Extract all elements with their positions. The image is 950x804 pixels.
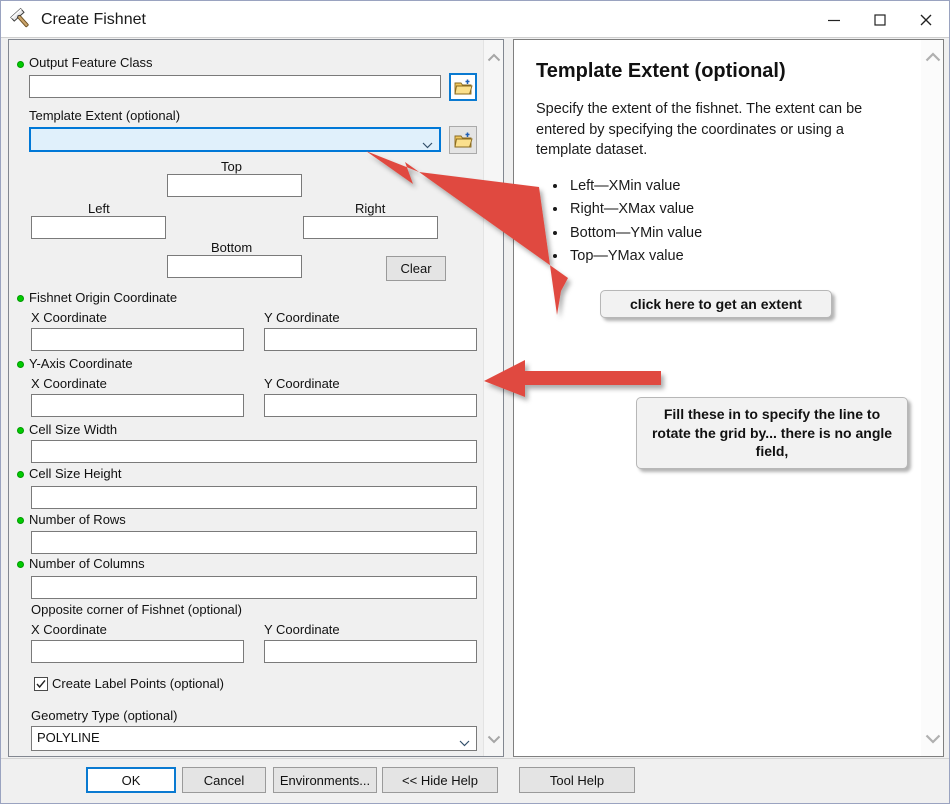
scroll-up-icon[interactable] (922, 46, 943, 68)
input-extent-left[interactable] (31, 216, 166, 239)
required-indicator-number-of-rows (17, 517, 24, 524)
input-cell-size-width[interactable] (31, 440, 477, 463)
help-bullet-item: Right—XMax value (568, 198, 901, 221)
combo-geometry-type[interactable]: POLYLINE (31, 726, 477, 751)
window-controls (811, 1, 949, 38)
label-y-axis-coordinate: Y-Axis Coordinate (29, 356, 133, 371)
label-fishnet-origin-coordinate: Fishnet Origin Coordinate (29, 290, 178, 305)
input-fishnet-origin-y[interactable] (264, 328, 477, 351)
label-fishnet-origin-y: Y Coordinate (264, 310, 340, 325)
label-extent-left: Left (88, 201, 110, 216)
ok-button[interactable]: OK (86, 767, 176, 793)
dialog-footer: OK Cancel Environments... << Hide Help T… (1, 758, 949, 803)
required-indicator-fishnet-origin (17, 295, 24, 302)
minimize-button[interactable] (811, 1, 857, 38)
input-cell-size-height[interactable] (31, 486, 477, 509)
help-bullet-item: Top—YMax value (568, 245, 901, 268)
label-fishnet-origin-x: X Coordinate (31, 310, 107, 325)
required-indicator-y-axis (17, 361, 24, 368)
environments-button[interactable]: Environments... (273, 767, 377, 793)
required-indicator-cell-size-width (17, 427, 24, 434)
help-bullet-list: Left—XMin value Right—XMax value Bottom—… (542, 175, 901, 269)
window-title: Create Fishnet (41, 10, 146, 28)
hammer-icon (9, 7, 35, 33)
label-template-extent: Template Extent (optional) (29, 108, 181, 123)
tool-help-button[interactable]: Tool Help (519, 767, 635, 793)
input-opposite-corner-y[interactable] (264, 640, 477, 663)
help-scrollbar[interactable] (921, 40, 943, 756)
checkbox-create-label-points[interactable]: Create Label Points (optional) (34, 676, 224, 691)
label-geometry-type: Geometry Type (optional) (31, 708, 178, 723)
label-number-of-rows: Number of Rows (29, 512, 126, 527)
input-y-axis-y[interactable] (264, 394, 477, 417)
scroll-down-icon[interactable] (484, 728, 503, 750)
input-number-of-columns[interactable] (31, 576, 477, 599)
label-extent-bottom: Bottom (211, 240, 253, 255)
label-opposite-corner-y: Y Coordinate (264, 622, 340, 637)
hide-help-button[interactable]: << Hide Help (382, 767, 498, 793)
browse-template-extent-button[interactable] (449, 126, 477, 154)
label-y-axis-x: X Coordinate (31, 376, 107, 391)
parameters-panel: Output Feature Class Template Extent (op… (8, 39, 504, 757)
help-title: Template Extent (optional) (536, 60, 786, 82)
label-cell-size-height: Cell Size Height (29, 466, 122, 481)
label-number-of-columns: Number of Columns (29, 556, 145, 571)
scroll-up-icon[interactable] (484, 46, 503, 68)
label-output-feature-class: Output Feature Class (29, 55, 153, 70)
clear-extent-button[interactable]: Clear (386, 256, 446, 281)
checkmark-icon (34, 676, 48, 691)
maximize-button[interactable] (857, 1, 903, 38)
input-extent-right[interactable] (303, 216, 438, 239)
label-opposite-corner: Opposite corner of Fishnet (optional) (31, 602, 242, 617)
help-body: Specify the extent of the fishnet. The e… (536, 101, 863, 159)
label-cell-size-width: Cell Size Width (29, 422, 118, 437)
window-titlebar: Create Fishnet (1, 1, 949, 38)
checkbox-create-label-points-label: Create Label Points (optional) (52, 676, 224, 691)
input-output-feature-class[interactable] (29, 75, 441, 98)
required-indicator-cell-size-height (17, 471, 24, 478)
input-opposite-corner-x[interactable] (31, 640, 244, 663)
titlebar-divider (1, 37, 949, 38)
close-button[interactable] (903, 1, 949, 38)
callout-rotate-grid: Fill these in to specify the line to rot… (636, 397, 908, 469)
input-fishnet-origin-x[interactable] (31, 328, 244, 351)
chevron-down-icon (459, 734, 470, 752)
label-extent-top: Top (221, 159, 242, 174)
input-extent-top[interactable] (167, 174, 302, 197)
input-number-of-rows[interactable] (31, 531, 477, 554)
label-y-axis-y: Y Coordinate (264, 376, 340, 391)
parameters-scroll-content: Output Feature Class Template Extent (op… (9, 40, 483, 756)
cancel-button[interactable]: Cancel (182, 767, 266, 793)
callout-click-here-extent: click here to get an extent (600, 290, 832, 318)
create-fishnet-dialog: Create Fishnet Output Feature Class Temp… (0, 0, 950, 804)
chevron-down-icon (422, 136, 433, 154)
label-opposite-corner-x: X Coordinate (31, 622, 107, 637)
browse-output-feature-class-button[interactable] (449, 73, 477, 101)
parameters-scrollbar[interactable] (483, 40, 503, 756)
required-indicator-number-of-columns (17, 561, 24, 568)
input-y-axis-x[interactable] (31, 394, 244, 417)
help-bullet-item: Left—XMin value (568, 175, 901, 198)
required-indicator-output-feature-class (17, 61, 24, 68)
label-extent-right: Right (355, 201, 386, 216)
help-bullet-item: Bottom—YMin value (568, 222, 901, 245)
combo-geometry-type-value: POLYLINE (37, 730, 100, 745)
input-extent-bottom[interactable] (167, 255, 302, 278)
scroll-down-icon[interactable] (922, 728, 943, 750)
combo-template-extent[interactable] (29, 127, 441, 152)
